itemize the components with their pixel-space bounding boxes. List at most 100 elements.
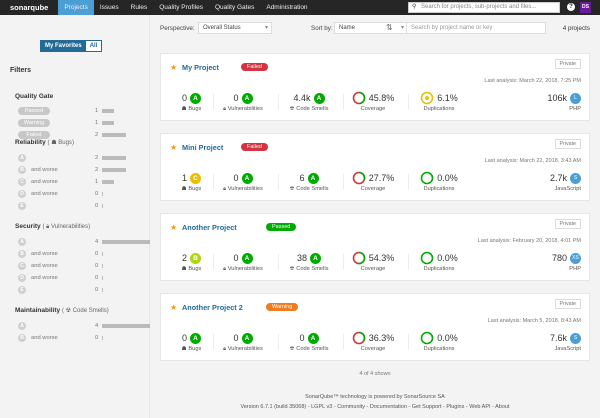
my-favorites-button[interactable]: My Favorites — [41, 41, 86, 51]
duplications-metric[interactable]: 0.0% Duplications — [408, 331, 470, 352]
facet-row-security-B[interactable]: Band worse 0 — [18, 249, 138, 259]
facet-row-maintainability-A[interactable]: A4 — [18, 321, 150, 331]
bugs-metric[interactable]: 0 A ☗ Bugs — [169, 332, 214, 352]
bugs-metric[interactable]: 1 C ☗ Bugs — [169, 172, 214, 192]
size-rating-badge: S — [570, 332, 581, 344]
code-smells-metric[interactable]: 38 A ☢ Code Smells — [278, 252, 340, 272]
facet-count: 1 — [95, 120, 99, 126]
global-search-input[interactable]: Search for projects, sub-projects and fi… — [408, 2, 560, 13]
vulnerabilities-metric[interactable]: 0 A 🔒︎ Vulnerabilities — [213, 332, 273, 353]
favorite-star-icon[interactable]: ★ — [170, 63, 177, 72]
code-smell-icon: ☢ — [63, 308, 73, 314]
favorite-star-icon[interactable]: ★ — [170, 143, 177, 152]
project-name-link[interactable]: Another Project 2 — [182, 303, 243, 312]
size-metric[interactable]: 2.7k S JavaScript — [521, 172, 581, 192]
project-count: 4 projects — [562, 25, 590, 32]
rating-badge[interactable]: A — [313, 92, 325, 104]
help-icon[interactable]: ? — [567, 3, 575, 11]
visibility-badge: Private — [554, 219, 581, 229]
rating-badge[interactable]: A — [241, 332, 253, 344]
facet-row-security-E[interactable]: E0 — [18, 285, 138, 295]
bugs-metric[interactable]: 0 A ☗ Bugs — [169, 92, 214, 112]
project-name-link[interactable]: Mini Project — [182, 143, 223, 152]
facet-bar — [102, 192, 103, 196]
facet-count: 0 — [95, 335, 99, 341]
vulnerabilities-metric[interactable]: 0 A 🔒︎ Vulnerabilities — [213, 92, 273, 113]
facet-row-security-C[interactable]: Cand worse 0 — [18, 261, 138, 271]
favorite-star-icon[interactable]: ★ — [170, 303, 177, 312]
facet-row-warning[interactable]: Warning 1 — [18, 118, 138, 128]
nav-projects[interactable]: Projects — [58, 0, 94, 15]
rating-badge[interactable]: A — [307, 332, 319, 344]
code-smells-metric[interactable]: 6 A ☢ Code Smells — [278, 172, 340, 192]
nav-issues[interactable]: Issues — [94, 0, 125, 15]
facet-bar — [102, 168, 126, 172]
code-smells-metric[interactable]: 4.4k A ☢ Code Smells — [278, 92, 340, 112]
project-name-link[interactable]: My Project — [182, 63, 219, 72]
duplications-metric[interactable]: 0.0% Duplications — [408, 171, 470, 192]
sort-order-icon[interactable]: ⇅ — [386, 23, 393, 32]
gate-pill: Warning — [18, 119, 50, 127]
facet-row-reliability-C[interactable]: Cand worse 1 — [18, 177, 138, 187]
facet-row-security-A[interactable]: A4 — [18, 237, 150, 247]
favorites-toggle: My Favorites All — [40, 40, 103, 52]
nav-rules[interactable]: Rules — [125, 0, 154, 15]
facet-row-reliability-D[interactable]: Dand worse 0 — [18, 189, 138, 199]
project-name-link[interactable]: Another Project — [182, 223, 237, 232]
sort-select[interactable]: Name — [334, 22, 408, 34]
footer-links[interactable]: Version 6.7.1 (build 35068) - LGPL v3 - … — [150, 402, 600, 412]
maintainability-facet-title: Maintainability ( ☢ Code Smells) — [15, 307, 109, 314]
facet-bar — [102, 276, 103, 280]
rating-badge[interactable]: A — [310, 252, 321, 264]
coverage-metric[interactable]: 36.3% Coverage — [343, 331, 403, 352]
rating-D: D — [18, 274, 26, 282]
user-avatar[interactable]: DS — [580, 2, 591, 13]
nav-quality-profiles[interactable]: Quality Profiles — [153, 0, 209, 15]
vulnerabilities-metric[interactable]: 0 A 🔒︎ Vulnerabilities — [213, 252, 273, 273]
coverage-metric[interactable]: 27.7% Coverage — [343, 171, 403, 192]
bugs-metric[interactable]: 2 B ☗ Bugs — [169, 252, 214, 272]
nav-administration[interactable]: Administration — [260, 0, 313, 15]
coverage-donut-icon — [352, 91, 366, 105]
facet-count: 1 — [95, 108, 99, 114]
vulnerabilities-metric[interactable]: 0 A 🔒︎ Vulnerabilities — [213, 172, 273, 193]
rating-badge[interactable]: A — [190, 92, 201, 104]
facet-row-passed[interactable]: Passed 1 — [18, 106, 138, 116]
facet-row-reliability-B[interactable]: Band worse 2 — [18, 165, 138, 175]
coverage-metric[interactable]: 45.8% Coverage — [343, 91, 403, 112]
facet-row-reliability-A[interactable]: A2 — [18, 153, 138, 163]
coverage-donut-icon — [352, 171, 366, 185]
rating-E: E — [18, 286, 26, 294]
gate-pill: Failed — [18, 131, 50, 139]
duplications-metric[interactable]: 0.0% Duplications — [408, 251, 470, 272]
perspective-select[interactable]: Overall Status — [198, 22, 272, 34]
size-metric[interactable]: 780 XS PHP — [521, 252, 581, 272]
rating-badge[interactable]: A — [241, 252, 253, 264]
duplications-metric[interactable]: 6.1% Duplications — [408, 91, 470, 112]
security-facet-title: Security ( 🔒︎ Vulnerabilities) — [15, 223, 91, 230]
rating-badge[interactable]: B — [190, 252, 201, 264]
project-search-input[interactable]: Search by project name or key — [406, 22, 546, 34]
code-smells-metric[interactable]: 0 A ☢ Code Smells — [278, 332, 340, 352]
facet-bar — [102, 121, 114, 125]
duplications-icon — [420, 331, 434, 345]
rating-badge[interactable]: C — [190, 172, 201, 184]
rating-badge[interactable]: A — [241, 172, 253, 184]
favorite-star-icon[interactable]: ★ — [170, 223, 177, 232]
size-metric[interactable]: 106k L PHP — [521, 92, 581, 112]
rating-badge[interactable]: A — [307, 172, 319, 184]
nav-quality-gates[interactable]: Quality Gates — [209, 0, 260, 15]
size-metric[interactable]: 7.6k S JavaScript — [521, 332, 581, 352]
all-button[interactable]: All — [85, 41, 102, 51]
facet-count: 0 — [95, 251, 99, 257]
facet-row-security-D[interactable]: Dand worse 0 — [18, 273, 138, 283]
facet-count: 2 — [95, 132, 99, 138]
rating-badge[interactable]: A — [190, 332, 201, 344]
rating-badge[interactable]: A — [241, 92, 253, 104]
facet-count: 0 — [95, 287, 99, 293]
coverage-metric[interactable]: 54.3% Coverage — [343, 251, 403, 272]
rating-E: E — [18, 202, 26, 210]
sonarqube-logo[interactable]: sonarqube — [0, 3, 58, 12]
facet-row-reliability-E[interactable]: E0 — [18, 201, 138, 211]
facet-row-maintainability-B[interactable]: Band worse 0 — [18, 333, 138, 343]
